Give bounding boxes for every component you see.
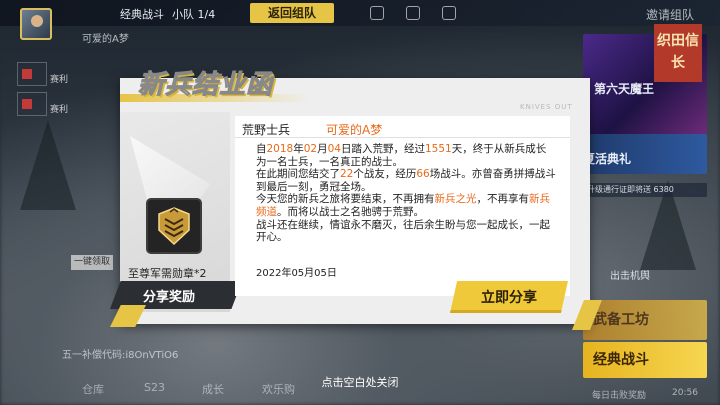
join-year: 2018 bbox=[266, 143, 294, 155]
claim-all-button[interactable]: 一键领取 bbox=[71, 255, 113, 270]
days-count: 1551 bbox=[424, 143, 452, 155]
share-now-label[interactable]: 立即分享 bbox=[450, 287, 568, 307]
player-name: 可爱的A梦 bbox=[82, 34, 129, 45]
close-hint[interactable]: 点击空白处关闭 bbox=[0, 374, 720, 390]
promo-badge: 织田信长 bbox=[654, 24, 702, 82]
workshop-button[interactable]: 武备工坊 bbox=[583, 300, 707, 340]
friends-icon[interactable] bbox=[442, 6, 456, 20]
highlight-newbie-light: 新兵之光 bbox=[434, 193, 477, 206]
gift-icon bbox=[22, 99, 32, 109]
sortie-label: 出击机舆 bbox=[610, 271, 650, 282]
game-mode-label: 经典战斗 bbox=[120, 8, 164, 21]
voice-icon[interactable] bbox=[406, 6, 420, 20]
top-icon-group bbox=[370, 6, 456, 20]
side-menu-label: 赛利 bbox=[50, 75, 69, 85]
certificate-date: 2022年05月05日 bbox=[256, 268, 337, 279]
brand-tag: KNIVES OUT bbox=[520, 103, 573, 111]
return-to-team-button[interactable]: 返回组队 bbox=[250, 3, 334, 23]
side-menu-item[interactable] bbox=[17, 92, 47, 116]
medal-icon bbox=[148, 200, 200, 252]
certificate-title: 新兵结业函 bbox=[137, 70, 274, 101]
join-day: 04 bbox=[327, 143, 341, 155]
promo-title: 第六天魔王 bbox=[594, 82, 655, 96]
side-menu-label: 赛利 bbox=[50, 105, 69, 115]
chat-icon[interactable] bbox=[370, 6, 384, 20]
classic-battle-button[interactable]: 经典战斗 bbox=[583, 342, 707, 378]
certificate-text: 自2018年02月04日踏入荒野，经过1551天，终于从新兵成长为一名士兵，一名… bbox=[256, 143, 556, 244]
paragraph-4: 战斗还在继续，情谊永不磨灭，往后余生盼与您一起成长，一起开心。 bbox=[256, 218, 550, 244]
event-title: 夏活典礼 bbox=[583, 152, 632, 166]
battles-count: 66 bbox=[416, 168, 430, 181]
avatar[interactable] bbox=[20, 8, 52, 40]
join-month: 02 bbox=[303, 143, 318, 155]
paragraph-2: 在此期间您结交了22个战友，经历66场战斗。亦曾奋勇拼搏战斗到最后一刻，勇冠全场… bbox=[256, 168, 556, 193]
share-reward-label: 分享奖励 bbox=[143, 290, 196, 305]
certificate-player-name: 可爱的A梦 bbox=[326, 123, 383, 137]
side-menu-item[interactable] bbox=[17, 62, 47, 86]
paragraph-1: 自2018年02月04日踏入荒野，经过1551天，终于从新兵成长为一名士兵，一名… bbox=[256, 143, 547, 168]
top-bar bbox=[0, 0, 720, 26]
paragraph-3: 今天您的新兵之旅将要结束，不再拥有新兵之光，不再享有新兵频道。而将以战士之名驰骋… bbox=[256, 193, 550, 218]
invite-team-button[interactable]: 邀请组队 bbox=[646, 6, 694, 23]
friends-count: 22 bbox=[340, 168, 354, 181]
team-count-label: 小队 1/4 bbox=[172, 8, 216, 21]
rank-title: 荒野士兵 bbox=[242, 123, 291, 137]
gift-icon bbox=[22, 69, 32, 79]
compensation-notice: 五一补偿代码:i8OnVTiO6 bbox=[62, 350, 179, 361]
pass-strip[interactable]: 升级通行证即将送 6380 bbox=[583, 183, 707, 197]
